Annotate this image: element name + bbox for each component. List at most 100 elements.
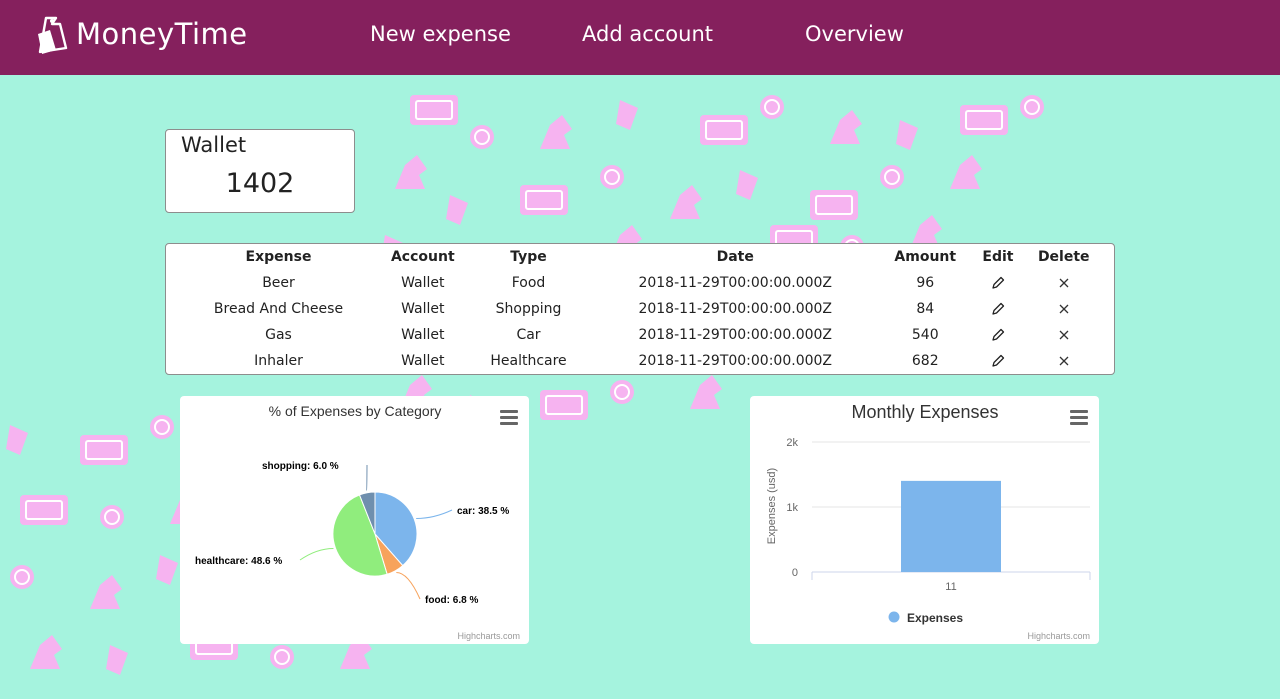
header-amount: Amount bbox=[894, 249, 957, 265]
pencil-icon[interactable] bbox=[990, 353, 1006, 369]
tie-pattern-icon bbox=[156, 555, 178, 585]
pie-label-car: car: 38.5 % bbox=[457, 506, 509, 517]
delete-button[interactable] bbox=[1014, 322, 1115, 348]
pie-connector-healthcare bbox=[299, 547, 334, 561]
cell-type: Healthcare bbox=[490, 353, 567, 369]
nav-add-account[interactable]: Add account bbox=[582, 22, 713, 46]
pencil-icon[interactable] bbox=[990, 327, 1006, 343]
pie-chart: % of Expenses by Category car: 38.5 % foo… bbox=[195, 403, 509, 606]
pie-label-food: food: 6.8 % bbox=[425, 595, 478, 606]
cell-expense: Inhaler bbox=[254, 353, 303, 369]
coin-pattern-icon bbox=[600, 165, 624, 189]
bar-chart-y-axis-label: Expenses (usd) bbox=[766, 468, 778, 544]
cell-expense: Bread And Cheese bbox=[213, 301, 344, 317]
pie-connector-food bbox=[396, 571, 421, 600]
table-row: Beer Wallet Food 2018-11-29T00:00:00.000… bbox=[166, 270, 1114, 296]
delete-button[interactable] bbox=[1014, 348, 1115, 374]
bar-chart-card: Monthly Expenses Expenses (usd) 0 1k 2k 11 E… bbox=[750, 396, 1099, 644]
cell-account: Wallet bbox=[401, 327, 445, 343]
cell-amount: 96 bbox=[916, 275, 935, 291]
table-row: Bread And Cheese Wallet Shopping 2018-11… bbox=[166, 296, 1114, 322]
cell-type: Shopping bbox=[495, 301, 562, 317]
bar-chart-title: Monthly Expenses bbox=[851, 402, 998, 422]
close-icon[interactable] bbox=[1056, 327, 1072, 343]
pie-chart-card: % of Expenses by Category car: 38.5 % foo… bbox=[180, 396, 529, 644]
chess-knight-pattern-icon bbox=[90, 575, 122, 609]
pie-chart-menu-button[interactable] bbox=[500, 410, 518, 426]
cell-type: Food bbox=[511, 275, 546, 291]
table-row: Inhaler Wallet Healthcare 2018-11-29T00:… bbox=[166, 348, 1114, 374]
pie-chart-credits[interactable]: Highcharts.com bbox=[457, 631, 520, 641]
cell-expense: Beer bbox=[262, 275, 295, 291]
bar-11[interactable] bbox=[901, 480, 1001, 572]
header-edit: Edit bbox=[982, 249, 1014, 265]
close-icon[interactable] bbox=[1056, 301, 1072, 317]
cell-amount: 682 bbox=[911, 353, 939, 369]
pencil-icon[interactable] bbox=[990, 301, 1006, 317]
close-icon[interactable] bbox=[1056, 353, 1072, 369]
table-row: Gas Wallet Car 2018-11-29T00:00:00.000Z … bbox=[166, 322, 1114, 348]
table-header-row: Expense Account Type Date Amount Edit De… bbox=[166, 244, 1114, 270]
bar-y-tick-label: 0 bbox=[792, 567, 798, 579]
edit-button[interactable] bbox=[982, 322, 1013, 348]
cash-pattern-icon bbox=[810, 190, 858, 220]
cash-pattern-icon bbox=[700, 115, 748, 145]
header-delete: Delete bbox=[1037, 249, 1090, 265]
cell-date: 2018-11-29T00:00:00.000Z bbox=[638, 353, 833, 369]
edit-button[interactable] bbox=[982, 270, 1013, 296]
pencil-icon[interactable] bbox=[990, 275, 1006, 291]
coin-pattern-icon bbox=[150, 415, 174, 439]
legend-label-expenses[interactable]: Expenses bbox=[907, 611, 963, 625]
coin-pattern-icon bbox=[760, 95, 784, 119]
coin-pattern-icon bbox=[270, 645, 294, 669]
cell-type: Car bbox=[516, 327, 541, 343]
coin-pattern-icon bbox=[610, 380, 634, 404]
nav-new-expense[interactable]: New expense bbox=[370, 22, 511, 46]
bar-chart-credits[interactable]: Highcharts.com bbox=[1027, 631, 1090, 641]
pie-chart-title: % of Expenses by Category bbox=[269, 403, 442, 419]
chess-knight-pattern-icon bbox=[690, 375, 722, 409]
bar-y-tick-label: 1k bbox=[786, 502, 798, 514]
cell-date: 2018-11-29T00:00:00.000Z bbox=[638, 301, 833, 317]
header-expense: Expense bbox=[245, 249, 312, 265]
bar-chart: Monthly Expenses Expenses (usd) 0 1k 2k 11 E… bbox=[766, 402, 1091, 625]
cash-pattern-icon bbox=[20, 495, 68, 525]
pie-label-healthcare: healthcare: 48.6 % bbox=[195, 556, 282, 567]
cell-date: 2018-11-29T00:00:00.000Z bbox=[638, 327, 833, 343]
cash-pattern-icon bbox=[960, 105, 1008, 135]
cell-amount: 84 bbox=[916, 301, 935, 317]
chess-knight-pattern-icon bbox=[30, 635, 62, 669]
wallet-balance: 1402 bbox=[225, 168, 295, 199]
header-date: Date bbox=[716, 249, 754, 265]
nav-overview[interactable]: Overview bbox=[805, 22, 904, 46]
money-bag-icon bbox=[38, 16, 68, 54]
header-type: Type bbox=[510, 249, 547, 265]
expenses-table: Expense Account Type Date Amount Edit De… bbox=[166, 244, 1114, 374]
top-navbar: MoneyTime New expense Add account Overvi… bbox=[0, 0, 1280, 75]
app-name: MoneyTime bbox=[76, 17, 248, 51]
cell-amount: 540 bbox=[911, 327, 939, 343]
edit-button[interactable] bbox=[982, 296, 1013, 322]
tie-pattern-icon bbox=[106, 645, 128, 675]
edit-button[interactable] bbox=[982, 348, 1013, 374]
delete-button[interactable] bbox=[1014, 270, 1115, 296]
wallet-name: Wallet bbox=[181, 133, 247, 157]
header-account: Account bbox=[390, 249, 455, 265]
bar-y-tick-label: 2k bbox=[786, 437, 798, 449]
legend-marker-expenses[interactable] bbox=[888, 611, 900, 623]
pie-label-shopping: shopping: 6.0 % bbox=[262, 461, 339, 472]
coin-pattern-icon bbox=[1020, 95, 1044, 119]
expenses-table-card: Expense Account Type Date Amount Edit De… bbox=[165, 243, 1115, 375]
cash-pattern-icon bbox=[80, 435, 128, 465]
coin-pattern-icon bbox=[470, 125, 494, 149]
bar-chart-menu-button[interactable] bbox=[1070, 410, 1088, 426]
coin-pattern-icon bbox=[880, 165, 904, 189]
brand[interactable]: MoneyTime bbox=[34, 12, 248, 56]
close-icon[interactable] bbox=[1056, 275, 1072, 291]
bar-x-tick-label: 11 bbox=[945, 581, 956, 593]
delete-button[interactable] bbox=[1014, 296, 1115, 322]
cell-account: Wallet bbox=[401, 301, 445, 317]
cell-account: Wallet bbox=[401, 275, 445, 291]
wallet-card[interactable]: Wallet 1402 bbox=[165, 129, 355, 213]
pie-connector-car bbox=[416, 509, 453, 519]
